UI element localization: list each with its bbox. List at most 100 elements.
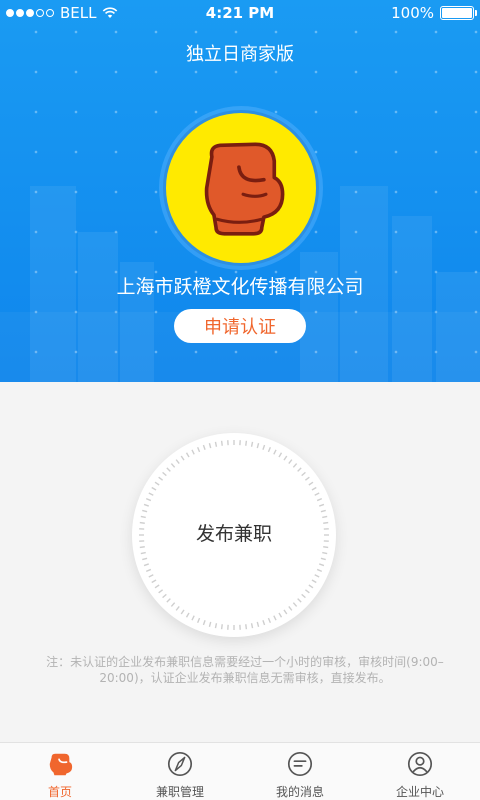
ring-tick — [314, 492, 320, 496]
tab-messages[interactable]: 我的消息 — [240, 743, 360, 800]
ring-tick — [250, 623, 254, 629]
tab-enterprise-center-label: 企业中心 — [395, 785, 444, 799]
ring-tick — [323, 546, 329, 549]
ring-tick — [208, 621, 212, 627]
logo-badge — [163, 110, 319, 266]
ring-tick — [142, 557, 148, 561]
ring-tick — [196, 617, 201, 624]
ring-tick — [185, 452, 190, 458]
app-title: 独立日商家版 — [186, 44, 294, 65]
tab-messages-label: 我的消息 — [275, 785, 324, 799]
ring-tick — [304, 589, 310, 594]
ring-tick — [308, 584, 314, 589]
ring-tick — [154, 481, 160, 486]
ring-tick — [311, 486, 317, 491]
ring-tick — [145, 568, 152, 573]
ring-tick — [170, 463, 176, 468]
ring-tick — [180, 609, 185, 615]
battery-fill — [442, 8, 472, 18]
boxing-glove-icon — [204, 142, 285, 236]
review-note: 注：未认证的企业发布兼职信息需要经过一个小时的审核，审核时间(9:00–20:0… — [46, 655, 444, 685]
ring-tick — [292, 602, 298, 607]
ring-tick — [267, 617, 272, 624]
ring-tick — [139, 546, 145, 549]
ring-tick — [283, 609, 288, 615]
ring-tick — [318, 503, 325, 507]
ring-tick — [145, 497, 152, 502]
ring-tick — [142, 509, 148, 513]
ring-tick — [297, 467, 302, 472]
ring-tick — [288, 605, 293, 611]
ring-tick — [273, 449, 277, 455]
bottom-tab-bar: 首页 兼职管理 我的消息 企业中心 — [0, 742, 480, 800]
ring-tick — [185, 612, 190, 618]
ring-tick — [166, 467, 171, 472]
ring-tick — [245, 440, 248, 446]
ring-tick — [166, 598, 171, 603]
tab-job-management[interactable]: 兼职管理 — [120, 743, 240, 800]
battery-icon — [440, 6, 477, 20]
ring-tick — [140, 551, 146, 555]
ring-tick — [256, 443, 260, 449]
ring-tick — [320, 509, 326, 513]
ring-tick — [196, 446, 201, 453]
ring-tick — [214, 441, 218, 447]
publish-job-button[interactable]: 发布兼职 — [132, 433, 336, 637]
ring-tick — [140, 515, 146, 519]
ring-tick — [202, 619, 206, 626]
ring-tick — [191, 449, 195, 455]
ring-tick — [308, 481, 314, 486]
ring-tick — [154, 584, 160, 589]
ring-tick — [278, 612, 283, 618]
message-icon — [287, 751, 313, 777]
status-bar: BELL 4:21 PM 100% — [0, 0, 480, 26]
ring-tick — [170, 602, 176, 607]
ring-tick — [151, 579, 157, 584]
ring-tick — [245, 624, 248, 630]
ring-tick — [311, 579, 317, 584]
header-banner: BELL 4:21 PM 100% 独立日商家版 上海市跃橙文化传播有限公司 申… — [0, 0, 480, 382]
ring-tick — [162, 593, 167, 599]
ring-tick — [214, 623, 218, 629]
apply-certification-button[interactable]: 申请认证 — [174, 309, 306, 343]
ring-tick — [316, 568, 323, 573]
ring-tick — [191, 615, 195, 621]
ring-tick — [267, 446, 272, 453]
company-logo[interactable] — [159, 106, 323, 270]
company-name: 上海市跃橙文化传播有限公司 — [116, 276, 364, 298]
ring-tick — [158, 589, 164, 594]
ring-tick — [301, 471, 306, 477]
tab-home-label: 首页 — [47, 785, 72, 799]
profile-icon — [407, 751, 433, 777]
home-glove-icon — [49, 753, 73, 776]
ring-tick — [314, 574, 320, 578]
ring-tick — [158, 476, 164, 481]
tab-job-management-label: 兼职管理 — [155, 785, 204, 799]
ring-tick — [256, 621, 260, 627]
ring-tick — [318, 563, 325, 567]
ring-tick — [297, 598, 302, 603]
ring-tick — [220, 440, 223, 446]
ring-tick — [202, 444, 206, 451]
publish-job-label: 发布兼职 — [195, 523, 272, 545]
ring-tick — [322, 551, 328, 555]
ring-tick — [320, 557, 326, 561]
ring-tick — [250, 441, 254, 447]
ring-tick — [262, 444, 266, 451]
ring-tick — [301, 593, 306, 599]
ring-tick — [162, 471, 167, 477]
ring-tick — [148, 492, 154, 496]
tab-enterprise-center[interactable]: 企业中心 — [360, 743, 480, 800]
ring-tick — [288, 459, 293, 465]
ring-tick — [278, 452, 283, 458]
ring-tick — [208, 443, 212, 449]
ring-tick — [143, 563, 150, 567]
ring-tick — [220, 624, 223, 630]
ring-tick — [292, 463, 298, 468]
tab-home[interactable]: 首页 — [0, 743, 120, 800]
ring-tick — [180, 455, 185, 461]
ring-tick — [175, 605, 180, 611]
battery-percent: 100% — [391, 4, 434, 22]
ring-tick — [283, 455, 288, 461]
ring-tick — [273, 615, 277, 621]
